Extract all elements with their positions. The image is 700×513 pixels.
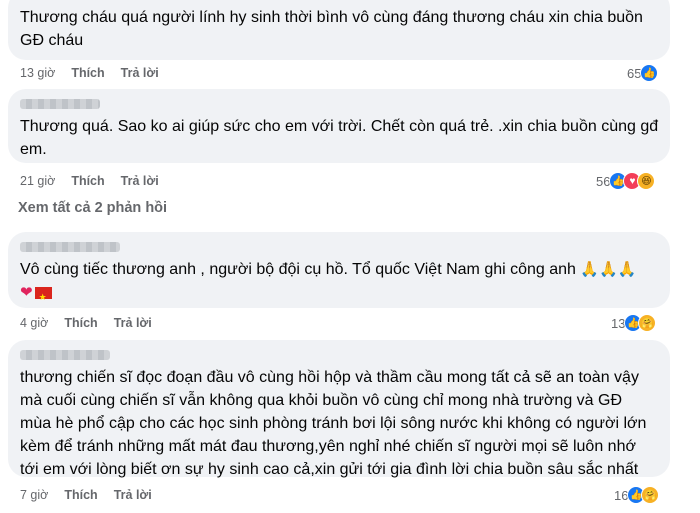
folded-hands-emoji: 🙏🙏🙏 <box>580 261 637 278</box>
reaction-summary[interactable]: 56 👍 ♥ 😆 <box>596 172 656 190</box>
comment-time[interactable]: 7 giờ <box>20 488 48 502</box>
reaction-count: 16 <box>614 487 629 503</box>
like-icon: 👍 <box>640 64 659 82</box>
comment-text: Thương cháu quá người lính hy sinh thời … <box>20 9 643 49</box>
comment-meta: 4 giờ Thích Trả lời <box>20 316 152 330</box>
reaction-count: 65 <box>627 65 642 81</box>
like-button[interactable]: Thích <box>64 316 97 330</box>
reply-button[interactable]: Trả lời <box>121 66 159 80</box>
commenter-name-redacted[interactable] <box>20 242 120 252</box>
haha-icon: 😆 <box>637 172 656 190</box>
comment-text: Thương quá. Sao ko ai giúp sức cho em vớ… <box>20 118 659 158</box>
comment-time[interactable]: 21 giờ <box>20 174 55 188</box>
reaction-summary[interactable]: 65 👍 <box>627 64 659 82</box>
comment-text: thương chiến sĩ đọc đoạn đầu vô cùng hồi… <box>20 369 647 478</box>
reply-button[interactable]: Trả lời <box>114 316 152 330</box>
comment-time[interactable]: 13 giờ <box>20 66 55 80</box>
comment-meta: 21 giờ Thích Trả lời <box>20 174 159 188</box>
care-icon: 🤗 <box>641 486 660 504</box>
view-all-replies-link[interactable]: Xem tất cả 2 phản hồi <box>18 200 167 216</box>
comment-meta: 13 giờ Thích Trả lời <box>20 66 159 80</box>
heart-emoji: ❤ <box>20 284 33 301</box>
commenter-name-redacted[interactable] <box>20 99 100 109</box>
like-button[interactable]: Thích <box>71 174 104 188</box>
comment-bubble: Thương quá. Sao ko ai giúp sức cho em vớ… <box>8 89 670 163</box>
reply-button[interactable]: Trả lời <box>121 174 159 188</box>
comment-meta: 7 giờ Thích Trả lời <box>20 488 152 502</box>
reaction-summary[interactable]: 16 👍 🤗 <box>614 486 660 504</box>
like-button[interactable]: Thích <box>64 488 97 502</box>
reply-button[interactable]: Trả lời <box>114 488 152 502</box>
vietnam-flag-emoji <box>34 286 52 309</box>
reaction-count: 13 <box>611 315 626 331</box>
commenter-name-redacted[interactable] <box>20 350 110 360</box>
comment-text: Vô cùng tiếc thương anh , người bộ đội c… <box>20 261 576 278</box>
comment-bubble: Thương cháu quá người lính hy sinh thời … <box>8 0 670 60</box>
care-icon: 🤗 <box>638 314 657 332</box>
comment-bubble: Vô cùng tiếc thương anh , người bộ đội c… <box>8 232 670 309</box>
reaction-count: 56 <box>596 173 611 189</box>
reaction-summary[interactable]: 13 👍 🤗 <box>611 314 657 332</box>
comment-bubble: thương chiến sĩ đọc đoạn đầu vô cùng hồi… <box>8 340 670 478</box>
comment-time[interactable]: 4 giờ <box>20 316 48 330</box>
like-button[interactable]: Thích <box>71 66 104 80</box>
